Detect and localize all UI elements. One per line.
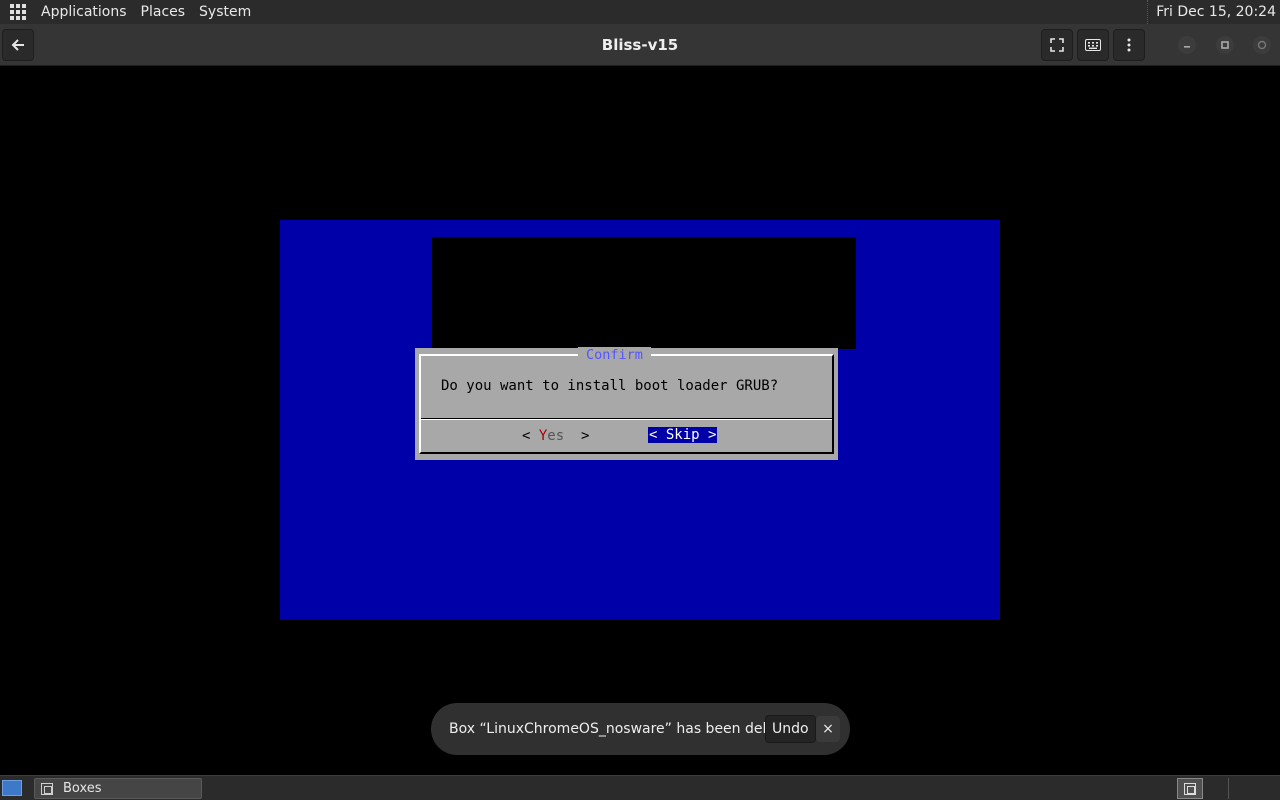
- taskbar-item-boxes[interactable]: Boxes: [34, 778, 202, 799]
- show-desktop-icon[interactable]: [2, 780, 22, 796]
- back-button[interactable]: [2, 29, 34, 61]
- dialog-title: Confirm: [578, 347, 651, 363]
- yes-label-rest: es: [547, 428, 565, 444]
- apps-grid-icon[interactable]: [10, 4, 26, 20]
- fullscreen-icon: [1050, 38, 1064, 52]
- boxes-app-icon: [41, 782, 53, 795]
- back-arrow-icon: [11, 39, 24, 51]
- kebab-menu-icon: [1127, 38, 1131, 52]
- bottom-panel: Boxes: [0, 775, 1280, 800]
- dialog-shadow: [432, 237, 856, 349]
- maximize-button[interactable]: [1216, 36, 1234, 54]
- keyboard-icon: [1085, 39, 1101, 51]
- taskbar-item-label: Boxes: [63, 781, 102, 796]
- close-window-icon: [1257, 40, 1267, 50]
- minimize-icon: [1184, 46, 1190, 48]
- toast-message: Box “LinuxChromeOS_nosware” has been del…: [449, 721, 798, 737]
- undo-button[interactable]: Undo: [765, 715, 816, 743]
- vm-screen[interactable]: Confirm Do you want to install boot load…: [280, 220, 1000, 620]
- headerbar: Bliss-v15: [0, 24, 1280, 66]
- keyboard-button[interactable]: [1077, 29, 1109, 61]
- fullscreen-button[interactable]: [1041, 29, 1073, 61]
- skip-button[interactable]: < Skip >: [648, 427, 718, 443]
- dialog-separator: [421, 418, 832, 420]
- maximize-icon: [1221, 41, 1229, 49]
- menu-places[interactable]: Places: [134, 4, 193, 20]
- workspace-switcher-2[interactable]: [1205, 778, 1229, 799]
- vm-display[interactable]: Confirm Do you want to install boot load…: [0, 67, 1280, 775]
- dialog-message: Do you want to install boot loader GRUB?: [441, 378, 779, 394]
- menu-button[interactable]: [1113, 29, 1145, 61]
- dialog-frame: [419, 354, 834, 454]
- toast-close-button[interactable]: ×: [816, 716, 840, 742]
- workspace-switcher-1[interactable]: [1177, 778, 1203, 799]
- clock[interactable]: Fri Dec 15, 20:24: [1147, 0, 1276, 24]
- deleted-toast: Box “LinuxChromeOS_nosware” has been del…: [431, 703, 850, 755]
- yes-close-bracket: >: [564, 428, 590, 444]
- yes-open-bracket: <: [522, 428, 539, 444]
- menu-system[interactable]: System: [192, 4, 258, 20]
- top-panel: Applications Places System Fri Dec 15, 2…: [0, 0, 1280, 24]
- menu-applications[interactable]: Applications: [34, 4, 134, 20]
- yes-button[interactable]: < Yes >: [522, 427, 589, 445]
- workspace-window-icon: [1184, 782, 1196, 795]
- confirm-dialog: Confirm Do you want to install boot load…: [415, 347, 838, 460]
- minimize-button[interactable]: [1178, 36, 1196, 54]
- close-window-button[interactable]: [1253, 36, 1271, 54]
